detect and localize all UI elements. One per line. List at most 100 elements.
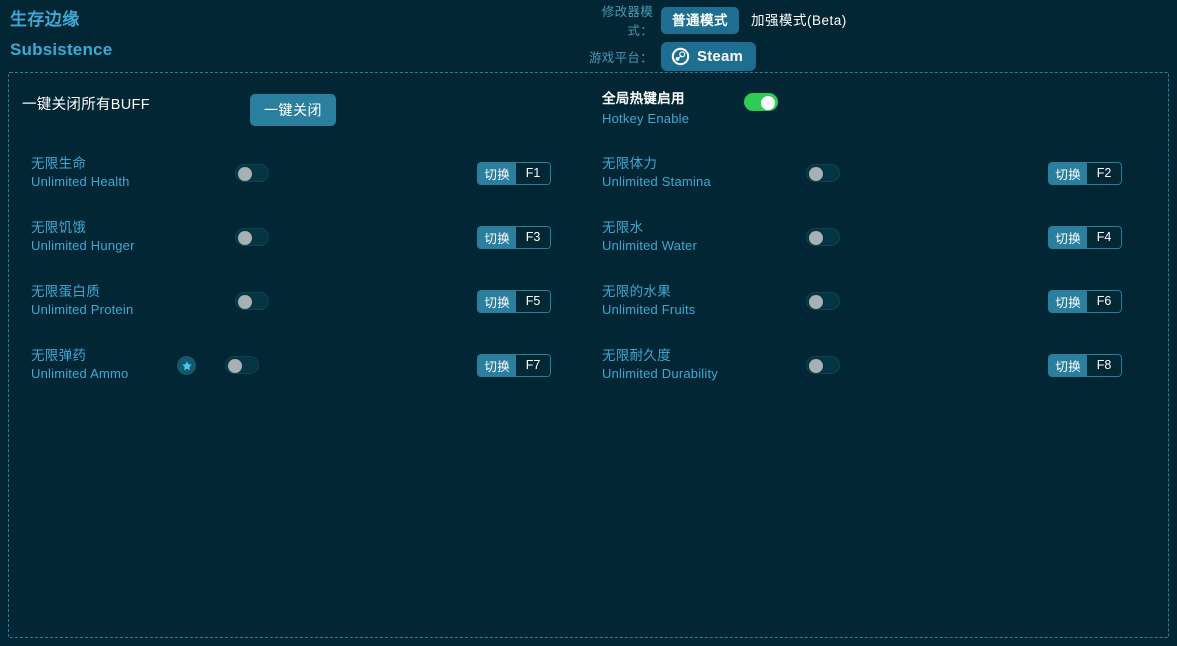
cheat-row: 无限的水果Unlimited Fruits 切换F6 [602, 281, 1122, 321]
cheat-toggle-wrap [235, 228, 295, 246]
panel-top-strip: 一键关闭所有BUFF 一键关闭 全局热键启用 Hotkey Enable [9, 73, 1168, 133]
toggle-knob [238, 295, 252, 309]
cheat-row: 无限弹药Unlimited Ammo 切换F7 [31, 345, 551, 385]
cheat-label-block: 无限水Unlimited Water [602, 219, 762, 255]
steam-icon [671, 47, 690, 66]
mode-normal-button[interactable]: 普通模式 [661, 7, 739, 34]
cheat-label-block: 无限体力Unlimited Stamina [602, 155, 762, 191]
cheat-toggle[interactable] [235, 228, 269, 246]
cheat-row: 无限饥饿Unlimited Hunger 切换F3 [31, 217, 551, 257]
cheat-label-cn: 无限弹药 [31, 347, 191, 365]
cheat-label-block: 无限生命Unlimited Health [31, 155, 191, 191]
cheat-label-cn: 无限耐久度 [602, 347, 762, 365]
game-title-en: Subsistence [10, 39, 112, 61]
cheat-toggle[interactable] [225, 356, 259, 374]
cheat-toggle[interactable] [806, 228, 840, 246]
close-all-buffs-label: 一键关闭所有BUFF [22, 93, 150, 114]
cheat-label-block: 无限饥饿Unlimited Hunger [31, 219, 191, 255]
cheat-label-block: 无限蛋白质Unlimited Protein [31, 283, 191, 319]
hotkey-button[interactable]: 切换F5 [477, 290, 551, 313]
cheat-row: 无限体力Unlimited Stamina 切换F2 [602, 153, 1122, 193]
hotkey-key-label[interactable]: F5 [516, 291, 550, 312]
cheat-toggle[interactable] [235, 164, 269, 182]
cheat-label-en: Unlimited Health [31, 173, 191, 191]
app-header: 生存边缘 Subsistence 修改器模式： 普通模式 加强模式(Beta) … [0, 0, 1177, 72]
toggle-knob [809, 167, 823, 181]
cheat-toggle[interactable] [806, 356, 840, 374]
game-title-cn: 生存边缘 [10, 9, 112, 31]
cheat-label-en: Unlimited Protein [31, 301, 191, 319]
hotkey-button[interactable]: 切换F7 [477, 354, 551, 377]
cheat-label-cn: 无限生命 [31, 155, 191, 173]
hotkey-button[interactable]: 切换F8 [1048, 354, 1122, 377]
hotkey-action-label: 切换 [478, 291, 516, 312]
cheat-toggle-wrap [806, 228, 866, 246]
cheat-label-en: Unlimited Water [602, 237, 762, 255]
header-controls: 修改器模式： 普通模式 加强模式(Beta) 游戏平台： Steam [584, 6, 853, 70]
hotkey-action-label: 切换 [1049, 227, 1087, 248]
cheat-label-block: 无限的水果Unlimited Fruits [602, 283, 762, 319]
hotkey-enable-toggle[interactable] [744, 93, 778, 111]
trainer-mode-label: 修改器模式： [584, 1, 661, 39]
cheat-label-en: Unlimited Durability [602, 365, 762, 383]
cheat-label-cn: 无限蛋白质 [31, 283, 191, 301]
cheat-row: 无限耐久度Unlimited Durability 切换F8 [602, 345, 1122, 385]
cheat-label-en: Unlimited Hunger [31, 237, 191, 255]
star-icon [177, 356, 196, 375]
cheat-label-en: Unlimited Stamina [602, 173, 762, 191]
hotkey-button[interactable]: 切换F3 [477, 226, 551, 249]
cheat-row: 无限生命Unlimited Health 切换F1 [31, 153, 551, 193]
cheat-toggle-wrap [225, 356, 285, 374]
hotkey-action-label: 切换 [1049, 291, 1087, 312]
cheat-toggle-wrap [806, 164, 866, 182]
hotkey-key-label[interactable]: F1 [516, 163, 550, 184]
toggle-knob [228, 359, 242, 373]
trainer-mode-row: 修改器模式： 普通模式 加强模式(Beta) [584, 6, 853, 34]
hotkey-action-label: 切换 [478, 227, 516, 248]
hotkey-enable-block: 全局热键启用 Hotkey Enable [602, 90, 778, 128]
cheat-label-cn: 无限水 [602, 219, 762, 237]
hotkey-key-label[interactable]: F3 [516, 227, 550, 248]
hotkey-key-label[interactable]: F6 [1087, 291, 1121, 312]
hotkey-key-label[interactable]: F4 [1087, 227, 1121, 248]
platform-steam-button[interactable]: Steam [661, 42, 756, 71]
cheat-row: 无限水Unlimited Water 切换F4 [602, 217, 1122, 257]
platform-steam-label: Steam [697, 48, 743, 65]
hotkey-action-label: 切换 [1049, 355, 1087, 376]
cheat-toggle-wrap [235, 292, 295, 310]
hotkey-button[interactable]: 切换F2 [1048, 162, 1122, 185]
cheat-label-cn: 无限体力 [602, 155, 762, 173]
cheat-label-cn: 无限饥饿 [31, 219, 191, 237]
cheat-toggle-wrap [806, 356, 866, 374]
hotkey-button[interactable]: 切换F6 [1048, 290, 1122, 313]
hotkey-enable-label-en: Hotkey Enable [602, 110, 732, 128]
mode-enhanced-button[interactable]: 加强模式(Beta) [745, 7, 853, 34]
hotkey-button[interactable]: 切换F4 [1048, 226, 1122, 249]
toggle-knob [238, 231, 252, 245]
close-all-buffs-button[interactable]: 一键关闭 [250, 94, 336, 126]
cheat-label-en: Unlimited Ammo [31, 365, 191, 383]
hotkey-action-label: 切换 [478, 355, 516, 376]
cheat-toggle-wrap [806, 292, 866, 310]
platform-label: 游戏平台： [584, 47, 661, 66]
hotkey-key-label[interactable]: F2 [1087, 163, 1121, 184]
cheat-row: 无限蛋白质Unlimited Protein 切换F5 [31, 281, 551, 321]
hotkey-key-label[interactable]: F7 [516, 355, 550, 376]
hotkey-action-label: 切换 [478, 163, 516, 184]
cheat-toggle[interactable] [806, 164, 840, 182]
hotkey-button[interactable]: 切换F1 [477, 162, 551, 185]
hotkey-key-label[interactable]: F8 [1087, 355, 1121, 376]
toggle-knob [761, 96, 775, 110]
hotkey-enable-label-cn: 全局热键启用 [602, 90, 732, 108]
hotkey-action-label: 切换 [1049, 163, 1087, 184]
game-title-block: 生存边缘 Subsistence [0, 0, 112, 61]
cheat-label-cn: 无限的水果 [602, 283, 762, 301]
cheat-toggle[interactable] [235, 292, 269, 310]
platform-row: 游戏平台： Steam [584, 42, 853, 70]
cheat-panel: 一键关闭所有BUFF 一键关闭 全局热键启用 Hotkey Enable 无限生… [8, 72, 1169, 638]
cheat-toggle[interactable] [806, 292, 840, 310]
cheat-label-block: 无限弹药Unlimited Ammo [31, 347, 191, 383]
cheat-label-block: 无限耐久度Unlimited Durability [602, 347, 762, 383]
toggle-knob [238, 167, 252, 181]
toggle-knob [809, 295, 823, 309]
